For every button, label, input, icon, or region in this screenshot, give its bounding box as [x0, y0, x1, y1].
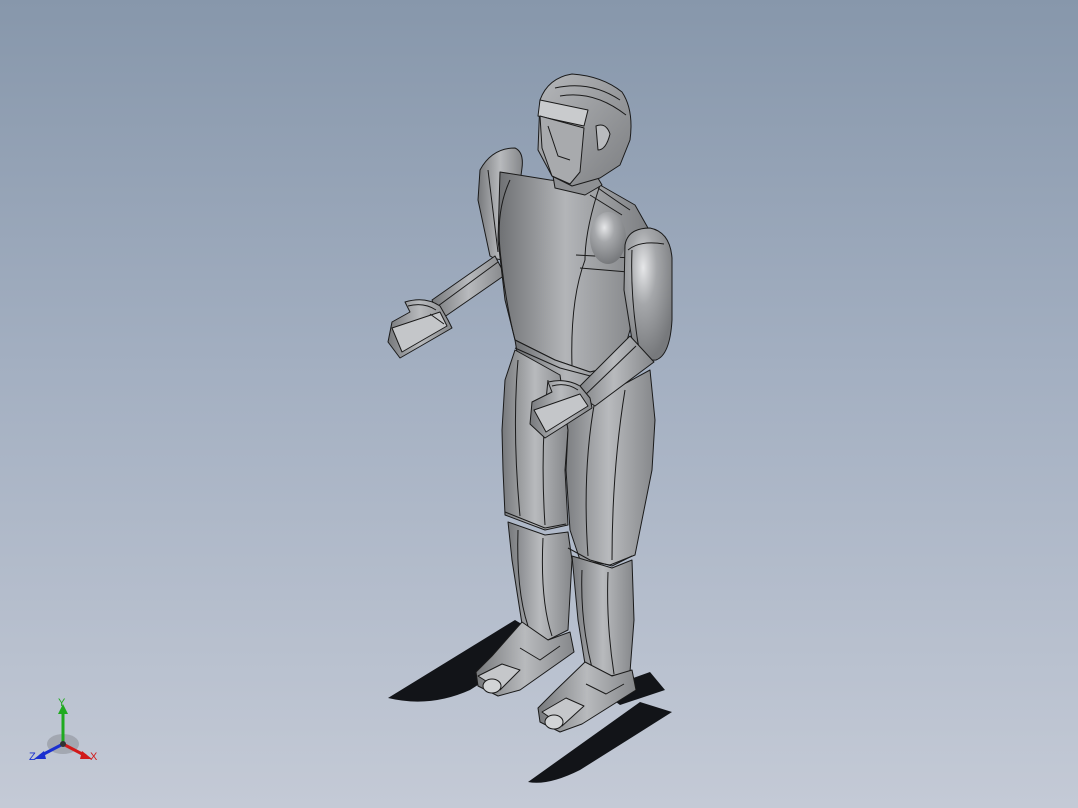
view-orientation-triad[interactable]: Y X Z: [26, 694, 106, 768]
graphics-viewport[interactable]: Y X Z: [0, 0, 1078, 808]
model-view[interactable]: [0, 0, 1078, 808]
head[interactable]: [537, 73, 632, 187]
z-axis-label: Z: [29, 751, 36, 763]
x-axis-label: X: [90, 751, 98, 763]
y-axis-label: Y: [58, 697, 66, 709]
